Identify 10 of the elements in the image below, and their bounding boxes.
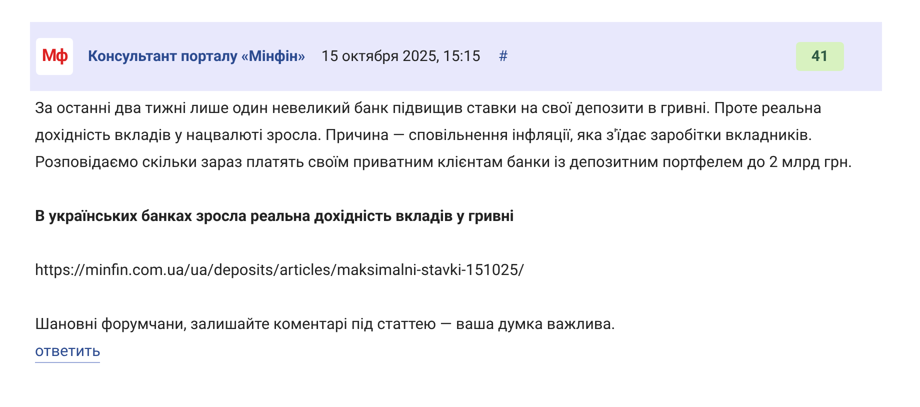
permalink[interactable]: # bbox=[498, 45, 508, 68]
post-paragraph: Шановні форумчани, залишайте коментарі під статтею — ваша думка важлива. bbox=[35, 314, 616, 335]
post-paragraph: За останні два тижні лише один невеликий банк підвищив ставки на свої депозити в гривні. Проте реальна дохідність вкладів у нацвалюті зросла. Причина — сповільнення інфляції, яка з'їдає заробітки вкладників. Розповідаємо скільки зараз платять своїм приватним клієнтам банки із депозитним портфелем до 2 млрд грн. bbox=[35, 98, 854, 173]
post-paragraph: https://minfin.com.ua/ua/deposits/articles/maksimalni-stavki-151025/ bbox=[35, 260, 526, 281]
rating-badge: 41 bbox=[796, 42, 844, 71]
author-link[interactable]: Консультант порталу «Мінфін» bbox=[88, 45, 306, 68]
logo: Мф bbox=[36, 38, 73, 75]
reply-link[interactable]: ответить bbox=[35, 340, 100, 363]
post-date: 15 октября 2025, 15:15 bbox=[321, 46, 480, 68]
article-title: В українських банках зросла реальна дохідність вкладів у гривні bbox=[35, 206, 515, 227]
